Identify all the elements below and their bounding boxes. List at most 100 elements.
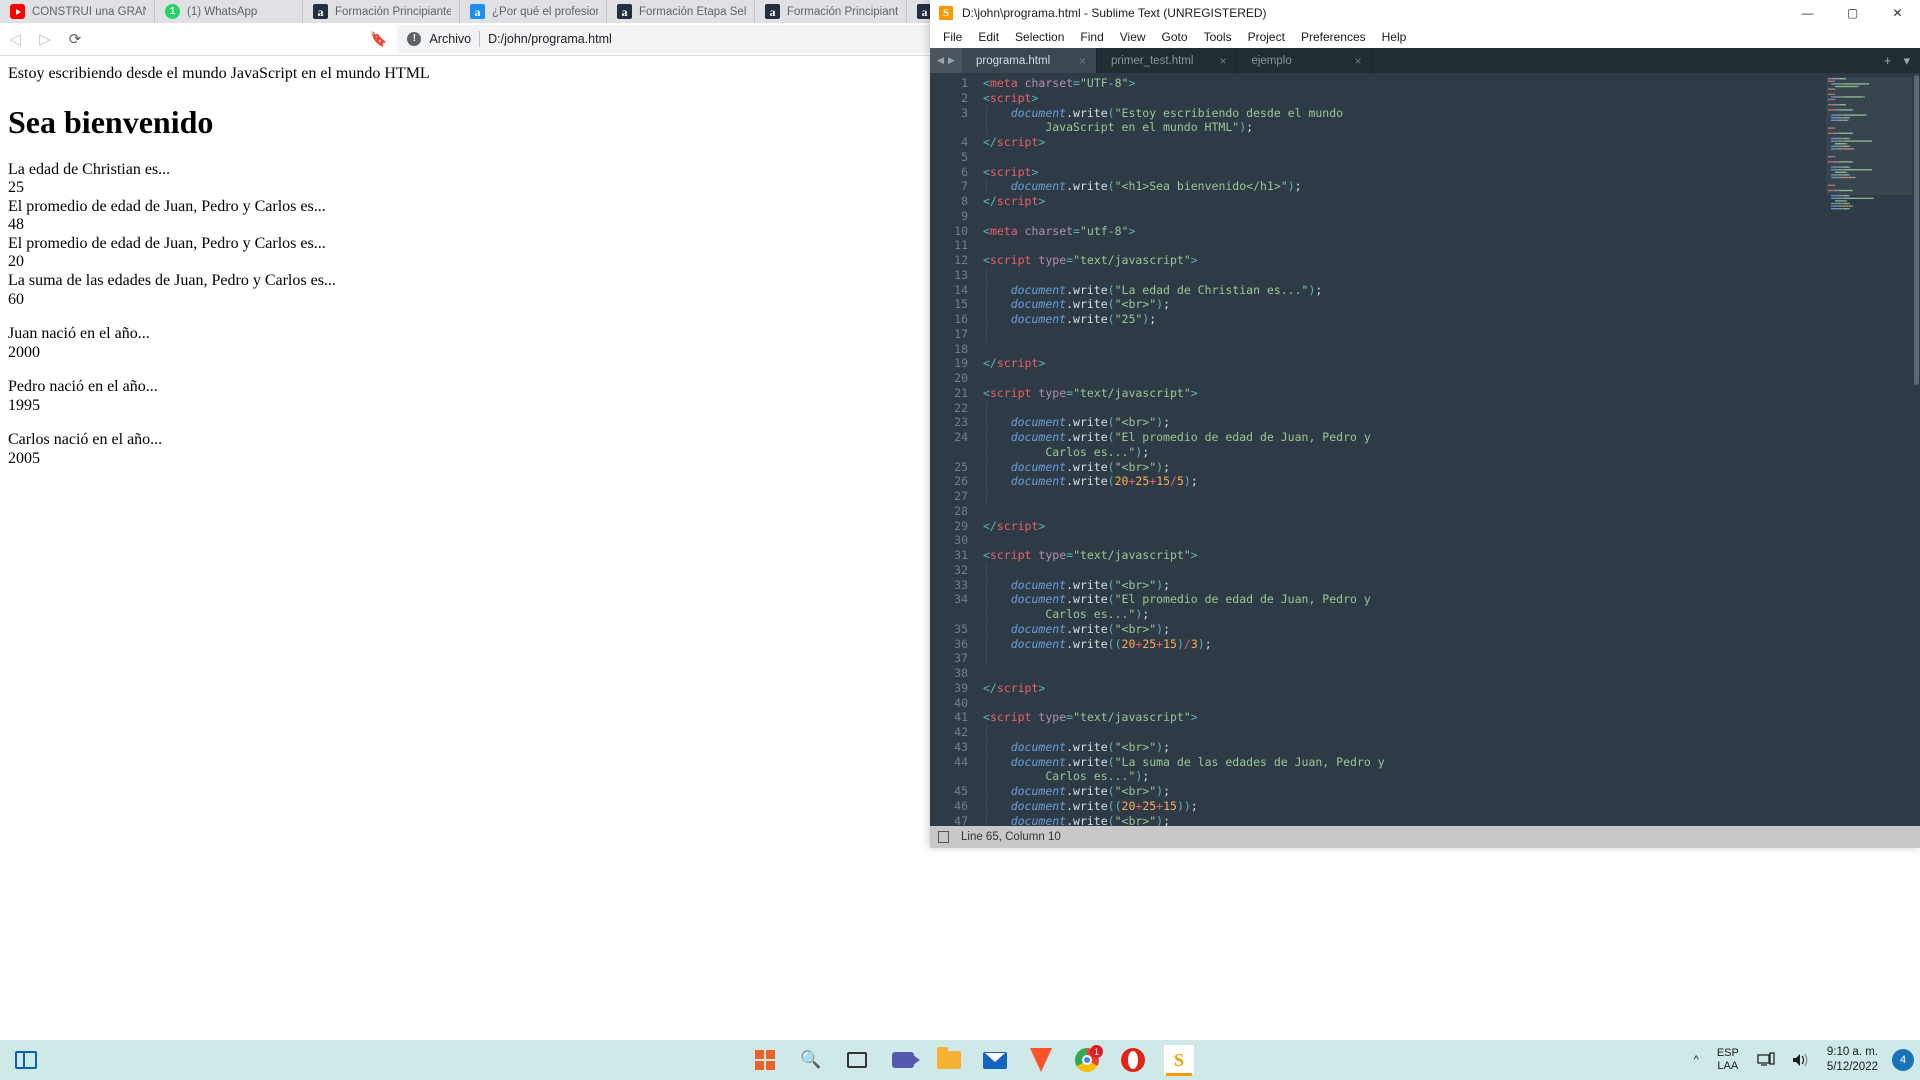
show-hidden-icons-icon[interactable]: ^ xyxy=(1686,1040,1707,1080)
menu-tools[interactable]: Tools xyxy=(1196,28,1240,46)
volume-icon[interactable] xyxy=(1783,1040,1817,1080)
language-indicator[interactable]: ESP LAA xyxy=(1707,1040,1749,1080)
browser-tab-5[interactable]: a Formación Principiante en P xyxy=(755,0,907,23)
menu-project[interactable]: Project xyxy=(1240,28,1293,46)
code-line[interactable]: │ document.write("El promedio de edad de… xyxy=(976,592,1920,607)
code-line[interactable] xyxy=(976,209,1920,224)
teams-icon[interactable] xyxy=(886,1043,920,1077)
close-icon[interactable]: × xyxy=(1079,54,1086,68)
code-line[interactable]: │ document.write("La edad de Christian e… xyxy=(976,283,1920,298)
menu-selection[interactable]: Selection xyxy=(1007,28,1072,46)
code-line[interactable]: </script> xyxy=(976,135,1920,150)
reload-button[interactable]: ⟳ xyxy=(60,24,90,54)
code-line[interactable]: </script> xyxy=(976,519,1920,534)
scrollbar-thumb[interactable] xyxy=(1914,75,1919,385)
code-minimap[interactable] xyxy=(1826,77,1912,262)
editor-scrollbar[interactable] xyxy=(1913,73,1920,826)
code-line[interactable]: │ document.write("<br>"); xyxy=(976,578,1920,593)
code-line[interactable]: │ document.write(20+25+15/5); xyxy=(976,474,1920,489)
code-line[interactable]: │ document.write("<br>"); xyxy=(976,740,1920,755)
code-line[interactable] xyxy=(976,504,1920,519)
code-line[interactable]: <script type="text/javascript"> xyxy=(976,548,1920,563)
code-line[interactable]: <meta charset="utf-8"> xyxy=(976,224,1920,239)
forward-button[interactable]: ▷ xyxy=(30,24,60,54)
code-line[interactable]: │ document.write("La suma de las edades … xyxy=(976,755,1920,770)
menu-goto[interactable]: Goto xyxy=(1154,28,1196,46)
minimize-button[interactable]: — xyxy=(1785,0,1830,26)
code-line[interactable]: │ document.write("25"); xyxy=(976,312,1920,327)
tab-scroll-arrows[interactable]: ◀ ▶ xyxy=(930,48,962,73)
code-line[interactable]: </script> xyxy=(976,681,1920,696)
mail-icon[interactable] xyxy=(978,1043,1012,1077)
chevron-right-icon[interactable]: ▶ xyxy=(948,55,955,66)
code-line[interactable]: │ document.write("<h1>Sea bienvenido</h1… xyxy=(976,179,1920,194)
brave-icon[interactable] xyxy=(1024,1043,1058,1077)
editor-tab-programa-html[interactable]: programa.html × xyxy=(962,48,1097,73)
sublime-text-icon[interactable]: S xyxy=(1162,1043,1196,1077)
browser-tab-3[interactable]: a ¿Por qué el profesional T-Sh xyxy=(460,0,607,23)
editor-tab-primer-test-html[interactable]: primer_test.html × xyxy=(1097,48,1238,73)
browser-tab-1[interactable]: 1 (1) WhatsApp xyxy=(155,0,303,23)
code-editor-area[interactable]: <meta charset="UTF-8"> <script> │ document… xyxy=(976,73,1920,826)
back-button[interactable]: ◁ xyxy=(0,24,30,54)
code-line[interactable]: │ xyxy=(976,327,1920,342)
close-button[interactable]: ✕ xyxy=(1875,0,1920,26)
code-line[interactable]: │ document.write((20+25+15)); xyxy=(976,799,1920,814)
code-line[interactable]: │ document.write("<br>"); xyxy=(976,415,1920,430)
editor-tab-ejemplo[interactable]: ejemplo × xyxy=(1237,48,1373,73)
close-icon[interactable]: × xyxy=(1219,54,1226,68)
clock[interactable]: 9:10 a. m. 5/12/2022 xyxy=(1817,1040,1888,1080)
network-icon[interactable] xyxy=(1749,1040,1783,1080)
code-line[interactable]: │ document.write("<br>"); xyxy=(976,784,1920,799)
code-line[interactable]: │ document.write("<br>"); xyxy=(976,814,1920,827)
code-line[interactable]: │ JavaScript en el mundo HTML"); xyxy=(976,120,1920,135)
minimap-viewport[interactable] xyxy=(1826,77,1912,195)
code-line[interactable]: │ document.write("<br>"); xyxy=(976,460,1920,475)
code-line[interactable] xyxy=(976,533,1920,548)
menu-preferences[interactable]: Preferences xyxy=(1293,28,1374,46)
sidebar-toggle-icon[interactable] xyxy=(938,831,949,843)
chevron-down-icon[interactable]: ▾ xyxy=(1903,53,1910,69)
code-line[interactable]: │ document.write("<br>"); xyxy=(976,622,1920,637)
menu-find[interactable]: Find xyxy=(1072,28,1111,46)
menu-file[interactable]: File xyxy=(935,28,970,46)
code-line[interactable]: │ xyxy=(976,725,1920,740)
menu-edit[interactable]: Edit xyxy=(970,28,1007,46)
browser-tab-4[interactable]: a Formación Etapa Selección: xyxy=(607,0,755,23)
code-line[interactable]: <script type="text/javascript"> xyxy=(976,386,1920,401)
code-line[interactable]: <script> xyxy=(976,165,1920,180)
start-windows-icon[interactable] xyxy=(748,1043,782,1077)
code-line[interactable]: </script> xyxy=(976,194,1920,209)
code-line[interactable]: <script type="text/javascript"> xyxy=(976,710,1920,725)
menu-help[interactable]: Help xyxy=(1374,28,1415,46)
code-line[interactable] xyxy=(976,696,1920,711)
code-line[interactable]: │ document.write("<br>"); xyxy=(976,297,1920,312)
code-line[interactable]: </script> xyxy=(976,356,1920,371)
chrome-icon[interactable]: 1 xyxy=(1070,1043,1104,1077)
notifications-button[interactable]: 4 xyxy=(1892,1049,1914,1071)
code-line[interactable]: │ xyxy=(976,401,1920,416)
search-icon[interactable]: 🔍 xyxy=(794,1043,828,1077)
code-line[interactable]: │ document.write("El promedio de edad de… xyxy=(976,430,1920,445)
code-line[interactable] xyxy=(976,666,1920,681)
task-view-icon[interactable] xyxy=(840,1043,874,1077)
file-explorer-icon[interactable] xyxy=(932,1043,966,1077)
code-line[interactable]: │ document.write("Estoy escribiendo desd… xyxy=(976,106,1920,121)
code-line[interactable]: │ Carlos es..."); xyxy=(976,769,1920,784)
code-line[interactable]: <script type="text/javascript"> xyxy=(976,253,1920,268)
bookmark-icon[interactable]: 🔖 xyxy=(370,31,387,48)
code-line[interactable]: <meta charset="UTF-8"> xyxy=(976,76,1920,91)
new-tab-icon[interactable]: + xyxy=(1884,53,1892,68)
code-line[interactable]: │ xyxy=(976,563,1920,578)
chevron-left-icon[interactable]: ◀ xyxy=(937,55,944,66)
opera-icon[interactable] xyxy=(1116,1043,1150,1077)
code-line[interactable] xyxy=(976,238,1920,253)
browser-tab-2[interactable]: a Formación Principiante en P xyxy=(303,0,460,23)
menu-view[interactable]: View xyxy=(1112,28,1154,46)
browser-tab-0[interactable]: CONSTRUÍ una GRANJA DE xyxy=(0,0,155,23)
code-line[interactable]: │ Carlos es..."); xyxy=(976,445,1920,460)
code-line[interactable] xyxy=(976,150,1920,165)
code-line[interactable]: │ document.write((20+25+15)/3); xyxy=(976,637,1920,652)
code-line[interactable]: │ xyxy=(976,489,1920,504)
close-icon[interactable]: × xyxy=(1354,54,1361,68)
